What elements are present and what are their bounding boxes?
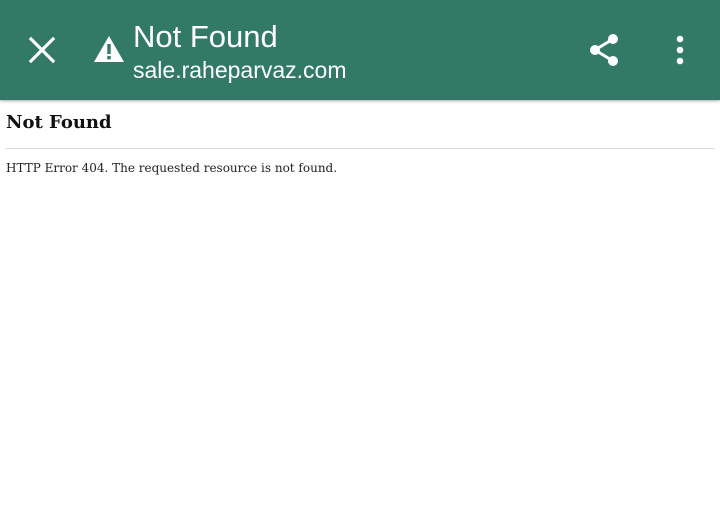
page-title: Not Found [133, 19, 278, 54]
close-icon [28, 36, 56, 64]
custom-tab-toolbar: Not Found sale.raheparvaz.com [0, 0, 720, 100]
page-content: Not Found HTTP Error 404. The requested … [6, 100, 714, 176]
page-url: sale.raheparvaz.com [133, 57, 347, 83]
share-icon [590, 34, 618, 66]
share-button[interactable] [582, 28, 626, 72]
close-button[interactable] [20, 28, 64, 72]
divider [6, 148, 714, 149]
warning-icon [94, 36, 124, 62]
error-heading: Not Found [6, 112, 112, 133]
error-message: HTTP Error 404. The requested resource i… [6, 161, 338, 175]
title-block[interactable]: Not Found sale.raheparvaz.com [133, 18, 347, 84]
overflow-menu-button[interactable] [658, 28, 702, 72]
more-vert-icon [676, 35, 684, 65]
